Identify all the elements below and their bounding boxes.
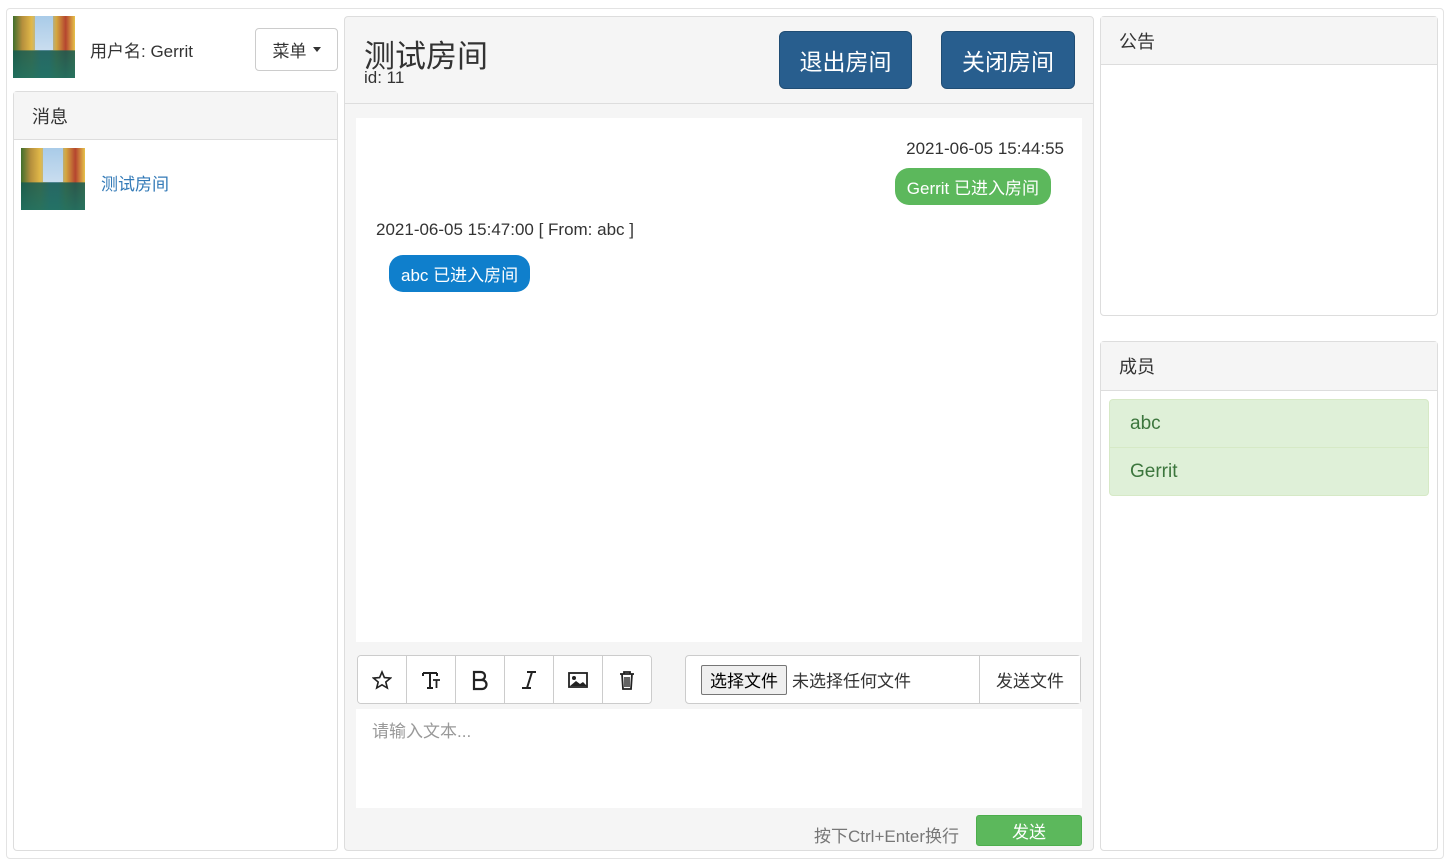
members-panel: 成员 abc Gerrit <box>1100 341 1438 851</box>
member-item[interactable]: abc <box>1109 399 1429 448</box>
choose-file-button[interactable]: 选择文件 <box>701 664 787 695</box>
newline-hint: 按下Ctrl+Enter换行 <box>814 827 959 846</box>
image-icon[interactable] <box>554 656 603 703</box>
file-upload-group: 选择文件 未选择任何文件 发送文件 <box>685 655 1081 704</box>
bold-icon[interactable] <box>456 656 505 703</box>
file-status-label: 未选择任何文件 <box>792 672 911 691</box>
username-label: 用户名: Gerrit <box>90 42 193 61</box>
send-file-button[interactable]: 发送文件 <box>979 656 1080 703</box>
message-bubble-other: abc 已进入房间 <box>389 255 531 292</box>
members-panel-title: 成员 <box>1101 342 1437 391</box>
user-avatar <box>13 16 75 78</box>
messages-panel: 消息 测试房间 <box>13 91 338 851</box>
caret-down-icon <box>312 47 321 52</box>
send-button[interactable]: 发送 <box>976 815 1082 846</box>
room-thumbnail <box>21 148 85 210</box>
room-header: 测试房间 id: 11 退出房间 关闭房间 <box>345 17 1093 104</box>
message-timestamp: 2021-06-05 15:47:00 [ From: abc ] <box>376 220 634 239</box>
message-input[interactable] <box>356 709 1082 808</box>
chat-room-panel: 测试房间 id: 11 退出房间 关闭房间 2021-06-05 15:44:5… <box>344 16 1094 851</box>
room-list-item[interactable]: 测试房间 <box>21 148 321 212</box>
notice-panel-title: 公告 <box>1101 17 1437 65</box>
text-size-icon[interactable] <box>407 656 456 703</box>
format-toolbar <box>357 655 652 704</box>
star-icon[interactable] <box>358 656 407 703</box>
close-room-button[interactable]: 关闭房间 <box>941 31 1075 89</box>
menu-label: 菜单 <box>272 42 307 61</box>
messages-panel-title: 消息 <box>14 92 337 140</box>
trash-icon[interactable] <box>603 656 651 703</box>
room-id: id: 11 <box>364 68 405 87</box>
room-link[interactable]: 测试房间 <box>101 170 169 195</box>
italic-icon[interactable] <box>505 656 554 703</box>
chat-messages-area[interactable]: 2021-06-05 15:44:55 Gerrit 已进入房间 2021-06… <box>356 118 1082 642</box>
exit-room-button[interactable]: 退出房间 <box>779 31 912 89</box>
notice-panel: 公告 <box>1100 16 1438 316</box>
message-timestamp: 2021-06-05 15:44:55 <box>906 139 1064 158</box>
message-bubble-self: Gerrit 已进入房间 <box>894 168 1051 205</box>
menu-dropdown-button[interactable]: 菜单 <box>255 28 338 71</box>
member-item[interactable]: Gerrit <box>1109 447 1429 496</box>
